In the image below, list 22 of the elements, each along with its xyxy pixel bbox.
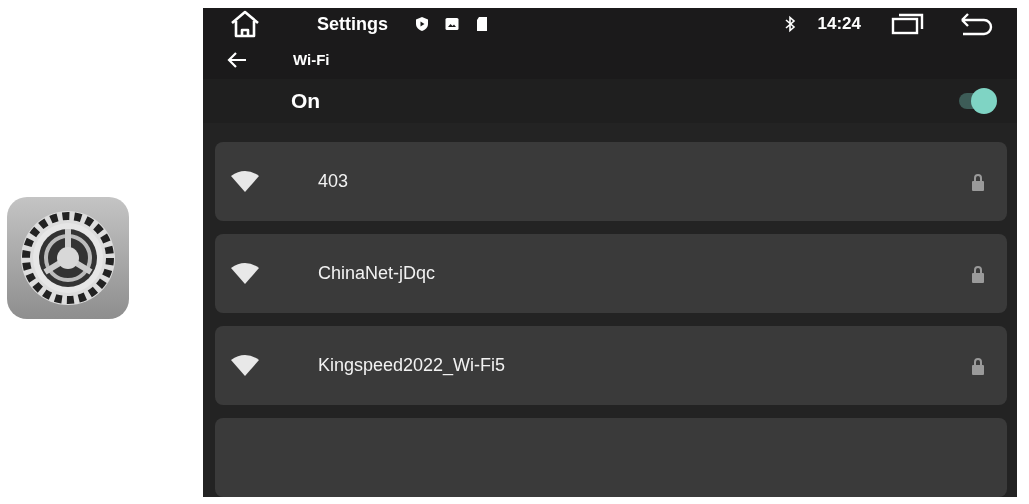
network-item[interactable]: 403 [215,142,1007,221]
switch-label: On [291,88,322,113]
return-icon[interactable] [959,12,993,37]
clock-time: 14:24 [817,14,861,35]
wifi-signal-icon [230,262,260,285]
sd-card-icon [474,16,490,33]
network-item[interactable]: ChinaNet-jDqc [215,234,1007,313]
page-title: Wi-Fi [293,51,330,69]
wifi-signal-icon [230,170,260,193]
network-name: ChinaNet-jDqc [318,263,437,284]
network-name: Kingspeed2022_Wi-Fi5 [318,355,507,376]
network-name: 403 [318,171,350,192]
image-icon [444,16,460,33]
app-title: Settings [317,13,388,35]
bluetooth-icon [783,15,796,34]
home-icon[interactable] [229,10,261,39]
network-item[interactable]: Kingspeed2022_Wi-Fi5 [215,326,1007,405]
shield-icon [414,16,430,33]
wifi-signal-icon [230,354,260,377]
back-arrow-icon[interactable] [227,50,247,69]
recent-apps-icon[interactable] [891,12,925,37]
settings-gear-icon [7,197,129,319]
